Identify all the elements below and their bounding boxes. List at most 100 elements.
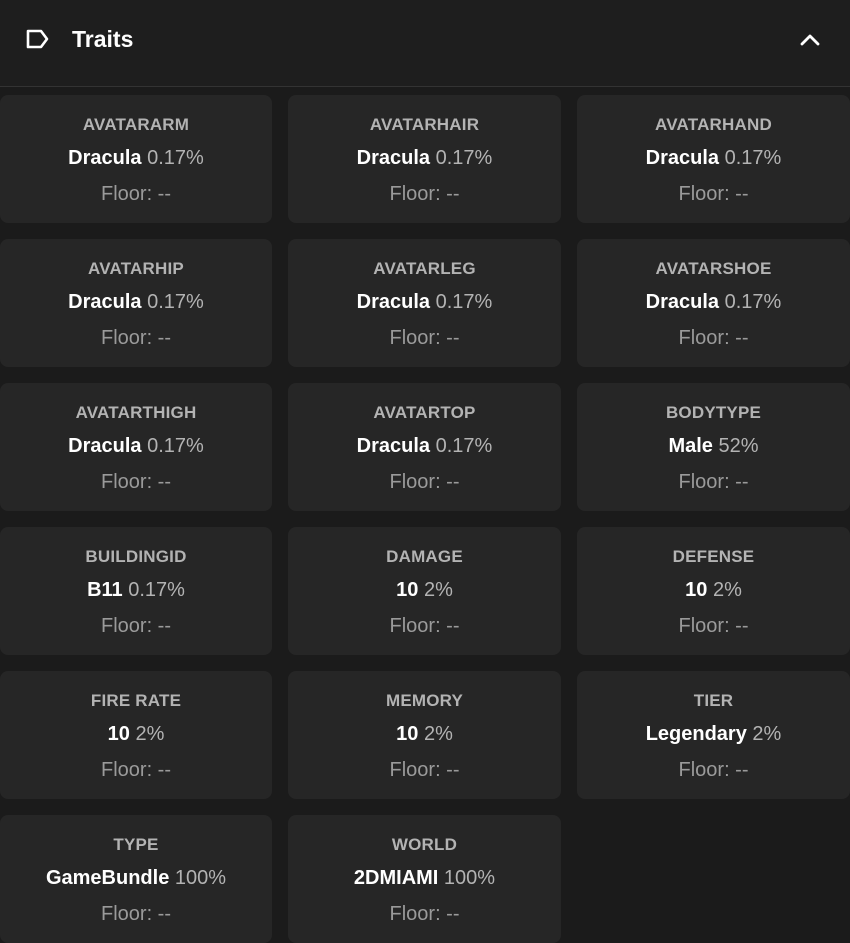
- trait-rarity: 0.17%: [128, 579, 185, 601]
- trait-rarity: 100%: [443, 867, 496, 889]
- trait-value: Dracula: [356, 291, 431, 313]
- trait-rarity: 0.17%: [147, 147, 204, 169]
- trait-floor: Floor: --: [101, 903, 171, 925]
- trait-rarity: 0.17%: [435, 147, 493, 169]
- trait-floor: Floor: --: [678, 759, 749, 781]
- trait-value: Dracula: [356, 435, 431, 457]
- trait-floor: Floor: --: [389, 183, 460, 205]
- trait-card[interactable]: AVATARTHIGH Dracula 0.17% Floor: --: [0, 383, 272, 511]
- trait-value: Dracula: [68, 147, 142, 169]
- trait-card[interactable]: WORLD 2DMIAMI 100% Floor: --: [288, 815, 561, 943]
- trait-value-line: 10 2%: [288, 577, 561, 603]
- chevron-up-icon[interactable]: [796, 26, 824, 54]
- trait-card[interactable]: AVATARHIP Dracula 0.17% Floor: --: [0, 239, 272, 367]
- trait-type: BUILDINGID: [85, 547, 187, 566]
- panel-title: Traits: [72, 26, 134, 52]
- trait-value-line: GameBundle 100%: [0, 865, 272, 891]
- trait-value: Dracula: [68, 291, 142, 313]
- trait-floor: Floor: --: [389, 615, 460, 637]
- traits-grid: AVATARARM Dracula 0.17% Floor: -- AVATAR…: [0, 95, 850, 943]
- trait-type: DEFENSE: [672, 547, 755, 566]
- trait-card[interactable]: TYPE GameBundle 100% Floor: --: [0, 815, 272, 943]
- trait-card[interactable]: AVATARARM Dracula 0.17% Floor: --: [0, 95, 272, 223]
- trait-card[interactable]: AVATARHAIR Dracula 0.17% Floor: --: [288, 95, 561, 223]
- trait-type: AVATARTOP: [373, 403, 476, 422]
- trait-value-line: Legendary 2%: [577, 721, 850, 747]
- trait-card[interactable]: BODYTYPE Male 52% Floor: --: [577, 383, 850, 511]
- trait-type: MEMORY: [385, 691, 464, 710]
- trait-value: Dracula: [645, 291, 720, 313]
- trait-value-line: Dracula 0.17%: [288, 433, 561, 459]
- trait-rarity: 2%: [135, 723, 165, 745]
- trait-type: AVATARARM: [82, 115, 190, 134]
- trait-value-line: B11 0.17%: [0, 577, 272, 603]
- trait-rarity: 52%: [718, 435, 759, 457]
- trait-floor: Floor: --: [678, 471, 749, 493]
- trait-value-line: Dracula 0.17%: [288, 289, 561, 315]
- trait-floor: Floor: --: [389, 327, 460, 349]
- trait-value-line: Dracula 0.17%: [0, 433, 272, 459]
- trait-value: 10: [396, 723, 419, 745]
- trait-value: Dracula: [645, 147, 720, 169]
- trait-card[interactable]: AVATARLEG Dracula 0.17% Floor: --: [288, 239, 561, 367]
- trait-type: AVATARHAND: [655, 115, 772, 134]
- trait-value: B11: [87, 579, 123, 601]
- trait-type: WORLD: [391, 835, 458, 854]
- trait-value: 10: [396, 579, 419, 601]
- trait-card[interactable]: DEFENSE 10 2% Floor: --: [577, 527, 850, 655]
- trait-type: BODYTYPE: [665, 403, 762, 422]
- trait-value: 10: [685, 579, 708, 601]
- trait-value: Dracula: [356, 147, 431, 169]
- trait-rarity: 0.17%: [435, 435, 493, 457]
- trait-value-line: Dracula 0.17%: [288, 145, 561, 171]
- trait-card[interactable]: AVATARSHOE Dracula 0.17% Floor: --: [577, 239, 850, 367]
- trait-rarity: 2%: [423, 579, 453, 601]
- trait-rarity: 2%: [712, 579, 742, 601]
- trait-rarity: 2%: [752, 723, 782, 745]
- trait-value: 2DMIAMI: [353, 867, 439, 889]
- trait-value-line: 10 2%: [0, 721, 272, 747]
- trait-card[interactable]: DAMAGE 10 2% Floor: --: [288, 527, 561, 655]
- trait-type: DAMAGE: [386, 547, 463, 566]
- trait-floor: Floor: --: [389, 903, 460, 925]
- traits-panel-header[interactable]: Traits: [0, 0, 850, 87]
- trait-card[interactable]: TIER Legendary 2% Floor: --: [577, 671, 850, 799]
- trait-floor: Floor: --: [678, 327, 749, 349]
- trait-type: TYPE: [113, 835, 159, 854]
- trait-floor: Floor: --: [101, 759, 171, 781]
- trait-value: GameBundle: [45, 867, 170, 889]
- trait-card[interactable]: AVATARHAND Dracula 0.17% Floor: --: [577, 95, 850, 223]
- trait-floor: Floor: --: [389, 759, 460, 781]
- trait-type: FIRE RATE: [90, 691, 182, 710]
- trait-rarity: 0.17%: [724, 291, 782, 313]
- trait-value-line: Dracula 0.17%: [0, 145, 272, 171]
- trait-floor: Floor: --: [101, 183, 171, 205]
- trait-value: 10: [107, 723, 130, 745]
- trait-rarity: 2%: [423, 723, 453, 745]
- trait-floor: Floor: --: [678, 183, 749, 205]
- trait-card[interactable]: BUILDINGID B11 0.17% Floor: --: [0, 527, 272, 655]
- tag-icon: [26, 29, 49, 49]
- trait-value-line: Dracula 0.17%: [577, 289, 850, 315]
- trait-value: Dracula: [68, 435, 142, 457]
- trait-rarity: 0.17%: [147, 435, 204, 457]
- trait-type: AVATARLEG: [373, 259, 476, 278]
- trait-floor: Floor: --: [389, 471, 460, 493]
- trait-card[interactable]: FIRE RATE 10 2% Floor: --: [0, 671, 272, 799]
- trait-type: AVATARTHIGH: [75, 403, 197, 422]
- trait-card[interactable]: AVATARTOP Dracula 0.17% Floor: --: [288, 383, 561, 511]
- trait-value-line: 2DMIAMI 100%: [288, 865, 561, 891]
- trait-floor: Floor: --: [101, 615, 171, 637]
- trait-rarity: 0.17%: [435, 291, 493, 313]
- trait-rarity: 0.17%: [724, 147, 782, 169]
- trait-value-line: 10 2%: [288, 721, 561, 747]
- trait-floor: Floor: --: [678, 615, 749, 637]
- trait-floor: Floor: --: [101, 327, 171, 349]
- trait-type: TIER: [693, 691, 734, 710]
- trait-value: Male: [668, 435, 713, 457]
- trait-card[interactable]: MEMORY 10 2% Floor: --: [288, 671, 561, 799]
- trait-rarity: 100%: [174, 867, 227, 889]
- trait-value-line: Dracula 0.17%: [0, 289, 272, 315]
- trait-value-line: 10 2%: [577, 577, 850, 603]
- trait-rarity: 0.17%: [147, 291, 204, 313]
